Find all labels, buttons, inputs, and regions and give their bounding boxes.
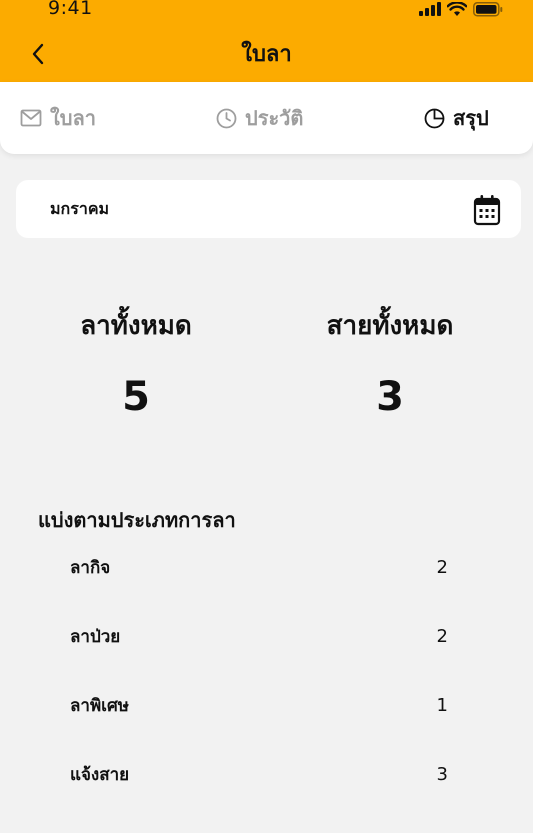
list-item: ลากิจ 2: [70, 552, 450, 582]
wifi-icon: [447, 1, 467, 16]
tab-leave-form[interactable]: ใบลา: [20, 82, 96, 154]
tab-history-label: ประวัติ: [245, 106, 304, 130]
page-title: ใบลา: [241, 42, 292, 67]
list-item: แจ้งสาย 3: [70, 759, 450, 789]
list-item: ลาป่วย 2: [70, 621, 450, 651]
leave-type-label: ลาป่วย: [70, 626, 121, 647]
pie-chart-icon: [424, 108, 445, 128]
tab-leave-form-label: ใบลา: [50, 106, 96, 130]
tab-history[interactable]: ประวัติ: [216, 82, 303, 154]
leave-type-label: ลาพิเศษ: [70, 695, 129, 716]
mail-icon: [20, 109, 42, 127]
tab-summary[interactable]: สรุป: [424, 82, 489, 154]
leave-type-label: แจ้งสาย: [70, 764, 130, 785]
total-late-label: สายทั้งหมด: [326, 311, 454, 341]
leave-type-count: 1: [436, 694, 448, 716]
tab-bar: ใบลา ประวัติ สรุป: [0, 82, 533, 154]
breakdown-title: แบ่งตามประเภทการลา: [38, 508, 236, 532]
leave-type-label: ลากิจ: [70, 557, 111, 578]
total-leave: ลาทั้งหมด 5: [36, 305, 236, 420]
leave-type-count: 3: [436, 763, 448, 785]
battery-icon: [473, 1, 503, 17]
leave-type-count: 2: [436, 556, 448, 578]
month-selector[interactable]: มกราคม: [16, 180, 521, 238]
total-late-value: 3: [376, 374, 404, 420]
calendar-icon[interactable]: [473, 194, 501, 226]
clock-icon: [216, 108, 237, 128]
total-leave-label: ลาทั้งหมด: [80, 311, 192, 341]
total-late: สายทั้งหมด 3: [290, 305, 490, 420]
month-value: มกราคม: [50, 198, 110, 218]
app-header: 9:41 ใบลา: [0, 0, 533, 82]
status-time: 9:41: [48, 0, 93, 19]
list-item: ลาพิเศษ 1: [70, 690, 450, 720]
leave-type-count: 2: [436, 625, 448, 647]
status-icons: [419, 0, 503, 18]
signal-icon: [419, 2, 441, 16]
total-leave-value: 5: [122, 374, 150, 420]
tab-summary-label: สรุป: [453, 106, 489, 130]
